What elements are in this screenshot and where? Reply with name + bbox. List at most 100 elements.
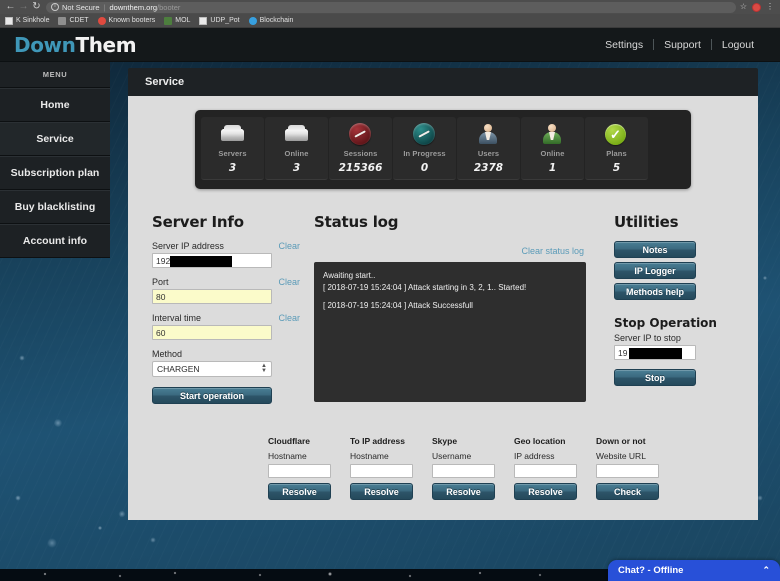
sidebar-item-subscription-plan[interactable]: Subscription plan [0, 156, 110, 190]
bookmark-label: K Sinkhole [16, 17, 49, 24]
nav-logout[interactable]: Logout [712, 39, 764, 51]
tool-title: To IP address [350, 436, 413, 446]
tool-title: Geo location [514, 436, 577, 446]
stepper-icon[interactable]: ▲▼ [261, 364, 267, 374]
url-host: downthem.org [109, 3, 157, 12]
method-value: CHARGEN [157, 364, 200, 374]
stats-bar: Servers3Online3Sessions215366In Progress… [195, 110, 691, 189]
back-arrow-icon[interactable]: ← [4, 1, 17, 14]
tool-button-down-or-not[interactable]: Check [596, 483, 659, 500]
server-info-heading: Server Info [152, 213, 300, 231]
stop-ip-input[interactable]: 19 [614, 345, 696, 360]
clear-status-log-link[interactable]: Clear status log [521, 246, 584, 256]
logo-text-them: Them [75, 33, 136, 57]
interval-label: Interval time [152, 313, 201, 323]
stat-label: Plans [606, 149, 627, 158]
user-green-icon [541, 123, 564, 146]
tool-geo-location: Geo location IP address Resolve [514, 436, 577, 500]
server-ip-input[interactable]: 192 [152, 253, 272, 268]
stat-value: 2378 [474, 162, 503, 174]
chevron-up-icon[interactable]: ⌃ [762, 565, 770, 576]
profile-avatar-icon[interactable] [752, 3, 761, 12]
stat-value: 0 [421, 162, 428, 174]
nav-support[interactable]: Support [654, 39, 711, 51]
server-ip-value: 192 [156, 256, 170, 266]
methods-help-button[interactable]: Methods help [614, 283, 696, 300]
server-icon [221, 123, 244, 146]
tool-input-to-ip-address[interactable] [350, 464, 413, 478]
sidebar-item-service[interactable]: Service [0, 122, 110, 156]
tool-button-skype[interactable]: Resolve [432, 483, 495, 500]
sidebar-item-label: Service [36, 133, 73, 145]
stat-label: In Progress [403, 149, 445, 158]
clear-port-link[interactable]: Clear [278, 277, 300, 287]
bookmark-item[interactable]: Blockchain [249, 17, 294, 25]
start-operation-button[interactable]: Start operation [152, 387, 272, 404]
red-circle-icon [98, 17, 106, 25]
tool-input-geo-location[interactable] [514, 464, 577, 478]
tool-title: Cloudflare [268, 436, 331, 446]
stat-card-plans: ✓Plans5 [585, 117, 648, 180]
tool-input-cloudflare[interactable] [268, 464, 331, 478]
tool-button-to-ip-address[interactable]: Resolve [350, 483, 413, 500]
port-value: 80 [156, 292, 165, 302]
chat-widget[interactable]: Chat? - Offline ⌃ [608, 560, 780, 581]
nav-settings[interactable]: Settings [595, 39, 653, 51]
sidebar-item-label: Account info [23, 235, 87, 247]
blue-circle-icon [249, 17, 257, 25]
ip-logger-button[interactable]: IP Logger [614, 262, 696, 279]
bookmark-label: Known booters [109, 17, 156, 24]
security-status-text: Not Secure [62, 3, 100, 12]
stat-label: Online [285, 149, 309, 158]
stop-button[interactable]: Stop [614, 369, 696, 386]
site-logo[interactable]: DownThem [14, 35, 136, 55]
check-circle-icon: ✓ [605, 123, 628, 146]
sidebar-item-home[interactable]: Home [0, 88, 110, 122]
clear-server-ip-link[interactable]: Clear [278, 241, 300, 251]
tool-to-ip-address: To IP address Hostname Resolve [350, 436, 413, 500]
tool-input-down-or-not[interactable] [596, 464, 659, 478]
method-select[interactable]: CHARGEN ▲▼ [152, 361, 272, 377]
page-title: Service [128, 68, 758, 96]
browser-actions: ☆ ⋮ [740, 3, 776, 12]
port-input[interactable]: 80 [152, 289, 272, 304]
bookmark-item[interactable]: CDET [58, 17, 88, 25]
stat-card-servers: Servers 3 [201, 117, 264, 180]
log-line: [ 2018-07-19 15:24:04 ] Attack starting … [323, 282, 577, 294]
tool-input-skype[interactable] [432, 464, 495, 478]
method-row: Method [152, 349, 300, 359]
tool-field-label: IP address [514, 451, 577, 461]
green-square-icon [164, 17, 172, 25]
bookmarks-bar: K Sinkhole CDET Known booters MOL UDP_Pot Blo… [0, 14, 780, 28]
sidebar-heading: MENU [0, 62, 110, 88]
sidebar: MENU Home Service Subscription plan Buy bla… [0, 62, 110, 258]
tool-button-geo-location[interactable]: Resolve [514, 483, 577, 500]
bookmark-star-icon[interactable]: ☆ [740, 3, 747, 11]
interval-input[interactable]: 60 [152, 325, 272, 340]
port-label: Port [152, 277, 169, 287]
stat-label: Servers [218, 149, 246, 158]
port-row: Port Clear [152, 277, 300, 287]
bookmark-item[interactable]: K Sinkhole [5, 17, 49, 25]
address-bar[interactable]: i Not Secure | downthem.org/booter [46, 2, 736, 13]
logo-text-down: Down [14, 33, 75, 57]
sidebar-item-label: Buy blacklisting [15, 201, 96, 213]
notes-button[interactable]: Notes [614, 241, 696, 258]
sidebar-item-buy-blacklisting[interactable]: Buy blacklisting [0, 190, 110, 224]
not-secure-info-icon[interactable]: i [51, 3, 59, 11]
stop-ip-label: Server IP to stop [614, 333, 724, 343]
bookmark-item[interactable]: Known booters [98, 17, 156, 25]
tool-skype: SkypeUsernameResolve [432, 436, 495, 500]
sidebar-item-account-info[interactable]: Account info [0, 224, 110, 258]
reload-icon[interactable]: ↻ [30, 1, 43, 14]
bookmark-item[interactable]: MOL [164, 17, 190, 25]
clear-interval-link[interactable]: Clear [278, 313, 300, 323]
server-icon [285, 123, 308, 146]
browser-menu-icon[interactable]: ⋮ [766, 3, 774, 11]
stat-value: 3 [229, 162, 236, 174]
lookup-tools-row: CloudflareHostnameResolveTo IP addressHo… [144, 436, 742, 500]
bookmark-item[interactable]: UDP_Pot [199, 17, 239, 25]
tool-down-or-not: Down or notWebsite URLCheck [596, 436, 659, 500]
tool-field-label: Hostname [350, 451, 413, 461]
tool-button-cloudflare[interactable]: Resolve [268, 483, 331, 500]
